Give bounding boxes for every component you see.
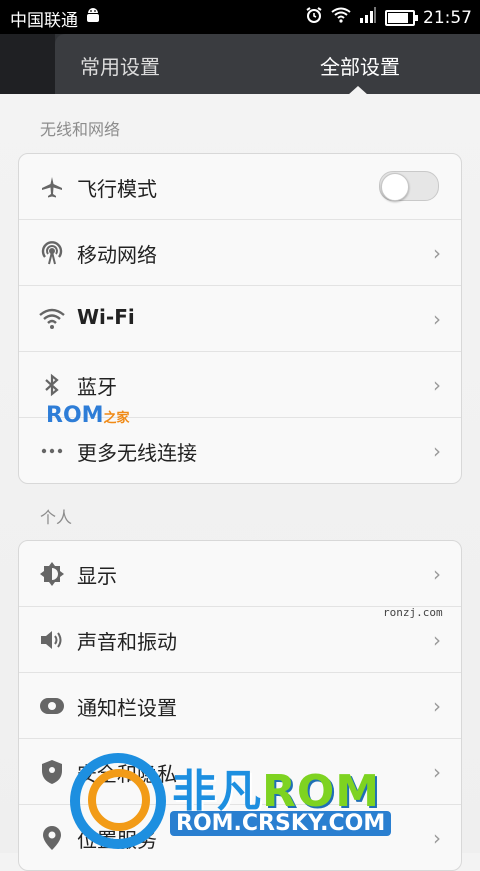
mobile-network-icon <box>39 240 65 266</box>
chevron-right-icon: › <box>433 241 441 265</box>
battery-icon <box>385 9 418 26</box>
wifi-status-icon <box>331 7 351 28</box>
section-title-wireless: 无线和网络 <box>40 120 121 139</box>
chevron-right-icon: › <box>433 826 441 850</box>
display-label: 显示 <box>77 564 117 588</box>
status-bar: 中国联通 21:57 <box>0 0 480 34</box>
wifi-icon <box>39 306 65 332</box>
tab-common-settings[interactable]: 常用设置 <box>80 51 160 80</box>
carrier-name: 中国联通 <box>10 11 78 31</box>
status-bar-right: 21:57 <box>305 6 472 29</box>
settings-tab-bar: 常用设置 全部设置 <box>0 34 480 94</box>
clock: 21:57 <box>423 7 472 28</box>
tab-all-settings[interactable]: 全部设置 <box>320 51 400 80</box>
airplane-mode-label: 飞行模式 <box>77 177 157 201</box>
display-row[interactable]: 显示 › <box>19 541 461 607</box>
watermark-logo-inner-ring <box>88 769 150 831</box>
watermark-brand-rom: ROM <box>262 766 381 817</box>
wifi-label: Wi-Fi <box>77 305 135 329</box>
rom-zhijia-watermark: ROM之家 <box>46 403 130 428</box>
bluetooth-icon <box>39 372 65 398</box>
notification-bar-row[interactable]: 通知栏设置 › <box>19 673 461 739</box>
airplane-mode-row[interactable]: 飞行模式 <box>19 154 461 220</box>
toggle-knob <box>381 173 409 201</box>
status-bar-left: 中国联通 <box>10 6 102 31</box>
bluetooth-label: 蓝牙 <box>77 375 117 399</box>
ronzj-watermark: ronzj.com <box>383 606 443 619</box>
rom-zhijia-suffix: 之家 <box>103 411 130 426</box>
wifi-row[interactable]: Wi-Fi › <box>19 286 461 352</box>
notification-icon <box>39 693 65 719</box>
sound-icon <box>39 627 65 653</box>
chevron-right-icon: › <box>433 307 441 331</box>
chevron-right-icon: › <box>433 760 441 784</box>
watermark-brand: 非凡ROM <box>172 755 380 819</box>
section-title-personal: 个人 <box>40 508 73 527</box>
more-icon <box>39 438 65 464</box>
sound-label: 声音和振动 <box>77 630 177 654</box>
brightness-icon <box>39 561 65 587</box>
airplane-mode-toggle[interactable] <box>379 171 439 201</box>
notification-bar-label: 通知栏设置 <box>77 696 177 720</box>
more-wireless-label: 更多无线连接 <box>77 441 197 465</box>
android-icon <box>84 7 102 30</box>
chevron-right-icon: › <box>433 439 441 463</box>
chevron-right-icon: › <box>433 694 441 718</box>
wireless-card: 飞行模式 移动网络 › Wi-Fi › 蓝牙 › 更多无线连接 › <box>18 153 462 484</box>
alarm-icon <box>305 6 323 29</box>
chevron-right-icon: › <box>433 562 441 586</box>
mobile-network-label: 移动网络 <box>77 243 157 267</box>
feifan-rom-watermark: 非凡ROM ROM.CRSKY.COM <box>60 745 420 853</box>
chevron-right-icon: › <box>433 373 441 397</box>
watermark-brand-cn: 非凡 <box>172 766 262 817</box>
signal-icon <box>359 7 377 28</box>
rom-zhijia-prefix: ROM <box>46 403 104 428</box>
watermark-url: ROM.CRSKY.COM <box>170 811 392 836</box>
airplane-icon <box>39 174 65 200</box>
mobile-network-row[interactable]: 移动网络 › <box>19 220 461 286</box>
chevron-right-icon: › <box>433 628 441 652</box>
